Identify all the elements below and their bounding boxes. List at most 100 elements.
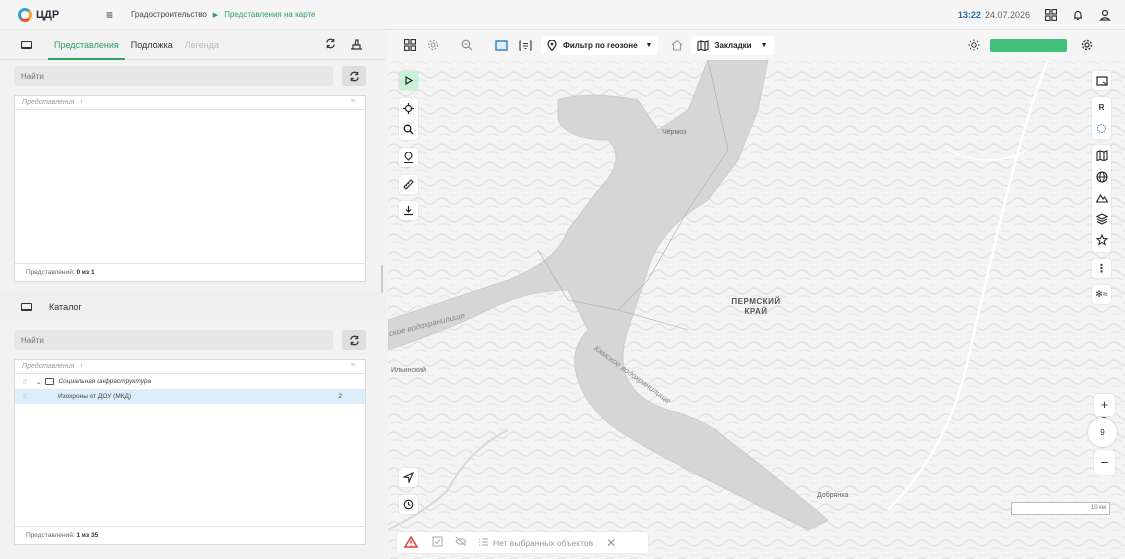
views-table-header[interactable]: Представления ↑ ≡ xyxy=(15,96,365,110)
more-options-button[interactable]: ⋮ xyxy=(1092,259,1111,278)
measure-button[interactable] xyxy=(399,175,418,194)
apps-grid-icon[interactable] xyxy=(1044,8,1058,22)
column-menu-icon[interactable]: ≡ xyxy=(351,98,355,105)
app-logo[interactable]: ЦДР xyxy=(18,7,78,22)
drag-handle-icon[interactable]: ⠿ xyxy=(18,378,32,386)
catalog-table-header[interactable]: Представления ↑ ≡ xyxy=(15,360,365,374)
raster-mode-button[interactable]: R xyxy=(1092,97,1111,118)
footer-count: 0 из 1 xyxy=(76,269,95,276)
history-button[interactable] xyxy=(399,495,418,514)
star-icon[interactable] xyxy=(1092,229,1111,250)
download-icon xyxy=(404,206,413,216)
terrain-icon[interactable] xyxy=(1092,187,1111,208)
drag-handle-icon[interactable]: ⠿ xyxy=(18,393,32,401)
column-menu-icon[interactable]: ≡ xyxy=(351,362,355,369)
catalog-search-input[interactable] xyxy=(14,330,333,350)
expand-panel-button[interactable] xyxy=(399,71,418,90)
caret-down-icon: ▼ xyxy=(645,41,653,49)
map-canvas[interactable]: Фильтр по геозоне ▼ Закладки ▼ Чёрмоз ПЕ… xyxy=(388,30,1125,559)
left-panel-tabs: Представления Подложка Легенда xyxy=(0,30,385,60)
map-terrain xyxy=(388,30,1125,559)
select-all-icon[interactable] xyxy=(432,536,443,549)
download-button[interactable] xyxy=(399,201,418,220)
folder-icon xyxy=(45,378,55,385)
tab-views[interactable]: Представления xyxy=(48,30,125,60)
warning-icon[interactable] xyxy=(403,535,419,550)
selection-status-text: Нет выбранных объектов xyxy=(493,537,594,548)
breadcrumb-section[interactable]: Градостроительство xyxy=(131,10,207,19)
tab-basemap[interactable]: Подложка xyxy=(125,30,179,60)
hide-selected-icon[interactable] xyxy=(455,536,467,549)
place-label-dobryanka: Добрянка xyxy=(817,492,849,499)
menu-icon[interactable]: ≡ xyxy=(106,8,116,22)
clear-icon[interactable] xyxy=(350,38,363,52)
map-icon xyxy=(697,39,710,51)
crosshair-icon[interactable] xyxy=(399,98,418,119)
close-icon[interactable]: ✕ xyxy=(606,536,616,550)
navigate-button[interactable] xyxy=(399,468,418,487)
breadcrumb-separator-icon: ▶ xyxy=(212,11,219,19)
column-header-views: Представления xyxy=(22,99,75,106)
panel-resize-handle[interactable] xyxy=(381,265,383,293)
effects-button[interactable]: ✻≈ xyxy=(1092,285,1111,304)
sun-icon[interactable] xyxy=(966,37,982,53)
logo-text: ЦДР xyxy=(36,8,60,21)
scale-bar: 10 км xyxy=(1011,502,1110,515)
pin-icon xyxy=(404,152,413,163)
map-settings-icon[interactable] xyxy=(425,37,441,53)
column-header-catalog: Представления xyxy=(22,363,75,370)
logo-icon xyxy=(18,7,32,22)
map-icon[interactable] xyxy=(1092,145,1111,166)
marker-button[interactable] xyxy=(399,148,418,167)
minus-icon: − xyxy=(1100,454,1109,470)
select-rectangle-icon[interactable] xyxy=(493,37,509,53)
list-item[interactable]: ⠿ ⌄ Социальная инфраструктура xyxy=(15,374,365,389)
layers-3d-icon[interactable] xyxy=(1092,208,1111,229)
ruler-icon xyxy=(403,179,414,190)
bookmarks-dropdown[interactable]: Закладки ▼ xyxy=(691,35,774,55)
catalog-toggle-icon[interactable] xyxy=(21,303,32,311)
refresh-icon xyxy=(349,71,359,81)
panel-toggle-icon[interactable] xyxy=(21,40,32,49)
sort-icon[interactable]: ↑ xyxy=(80,99,84,106)
geozone-filter-dropdown[interactable]: Фильтр по геозоне ▼ xyxy=(541,35,659,55)
list-item[interactable]: ⠿ Изохроны от ДОУ (МКД) 2 xyxy=(15,389,365,404)
catalog-table: Представления ↑ ≡ ⠿ ⌄ Социальная инфраст… xyxy=(14,359,366,545)
zoom-extent-icon[interactable] xyxy=(459,37,475,53)
globe-icon[interactable] xyxy=(1092,166,1111,187)
views-search-input[interactable] xyxy=(14,66,333,86)
zoom-in-button[interactable]: + xyxy=(1094,394,1115,416)
geozone-filter-label: Фильтр по геозоне xyxy=(563,40,638,50)
layer-tools-group xyxy=(1092,145,1111,252)
zoom-out-button[interactable]: − xyxy=(1094,450,1115,475)
gear-icon[interactable] xyxy=(1079,37,1095,53)
home-icon[interactable] xyxy=(669,37,685,53)
more-vertical-icon: ⋮ xyxy=(1096,263,1107,275)
place-label-chermoz: Чёрмоз xyxy=(662,129,687,136)
place-label-ilinsky: Ильинский xyxy=(391,367,426,374)
catalog-refresh-button[interactable] xyxy=(342,330,366,350)
map-tools-group xyxy=(399,98,418,140)
chevron-down-icon[interactable]: ⌄ xyxy=(36,378,41,386)
cluster-icon[interactable] xyxy=(1092,118,1111,139)
user-icon[interactable] xyxy=(1098,8,1112,22)
plus-icon: + xyxy=(1100,397,1109,412)
select-filter-icon[interactable] xyxy=(517,37,533,53)
bell-icon[interactable] xyxy=(1071,8,1085,22)
raster-mode-label: R xyxy=(1098,103,1105,112)
refresh-icon[interactable] xyxy=(325,38,336,52)
search-icon[interactable] xyxy=(399,119,418,140)
list-icon[interactable] xyxy=(478,537,489,549)
fullscreen-button[interactable] xyxy=(1092,71,1111,90)
play-icon xyxy=(405,76,413,85)
breadcrumb-current: Представления на карте xyxy=(224,10,316,19)
selection-bar: Нет выбранных объектов ✕ xyxy=(397,532,648,553)
views-search-row xyxy=(14,66,366,86)
layers-grid-icon[interactable] xyxy=(402,37,418,53)
views-table-footer: Представлений: 0 из 1 xyxy=(15,263,365,281)
effects-icon: ✻≈ xyxy=(1095,289,1108,299)
screen-icon xyxy=(1095,75,1108,86)
views-refresh-button[interactable] xyxy=(342,66,366,86)
catalog-header: Каталог xyxy=(0,293,385,321)
sort-icon[interactable]: ↑ xyxy=(80,363,84,370)
